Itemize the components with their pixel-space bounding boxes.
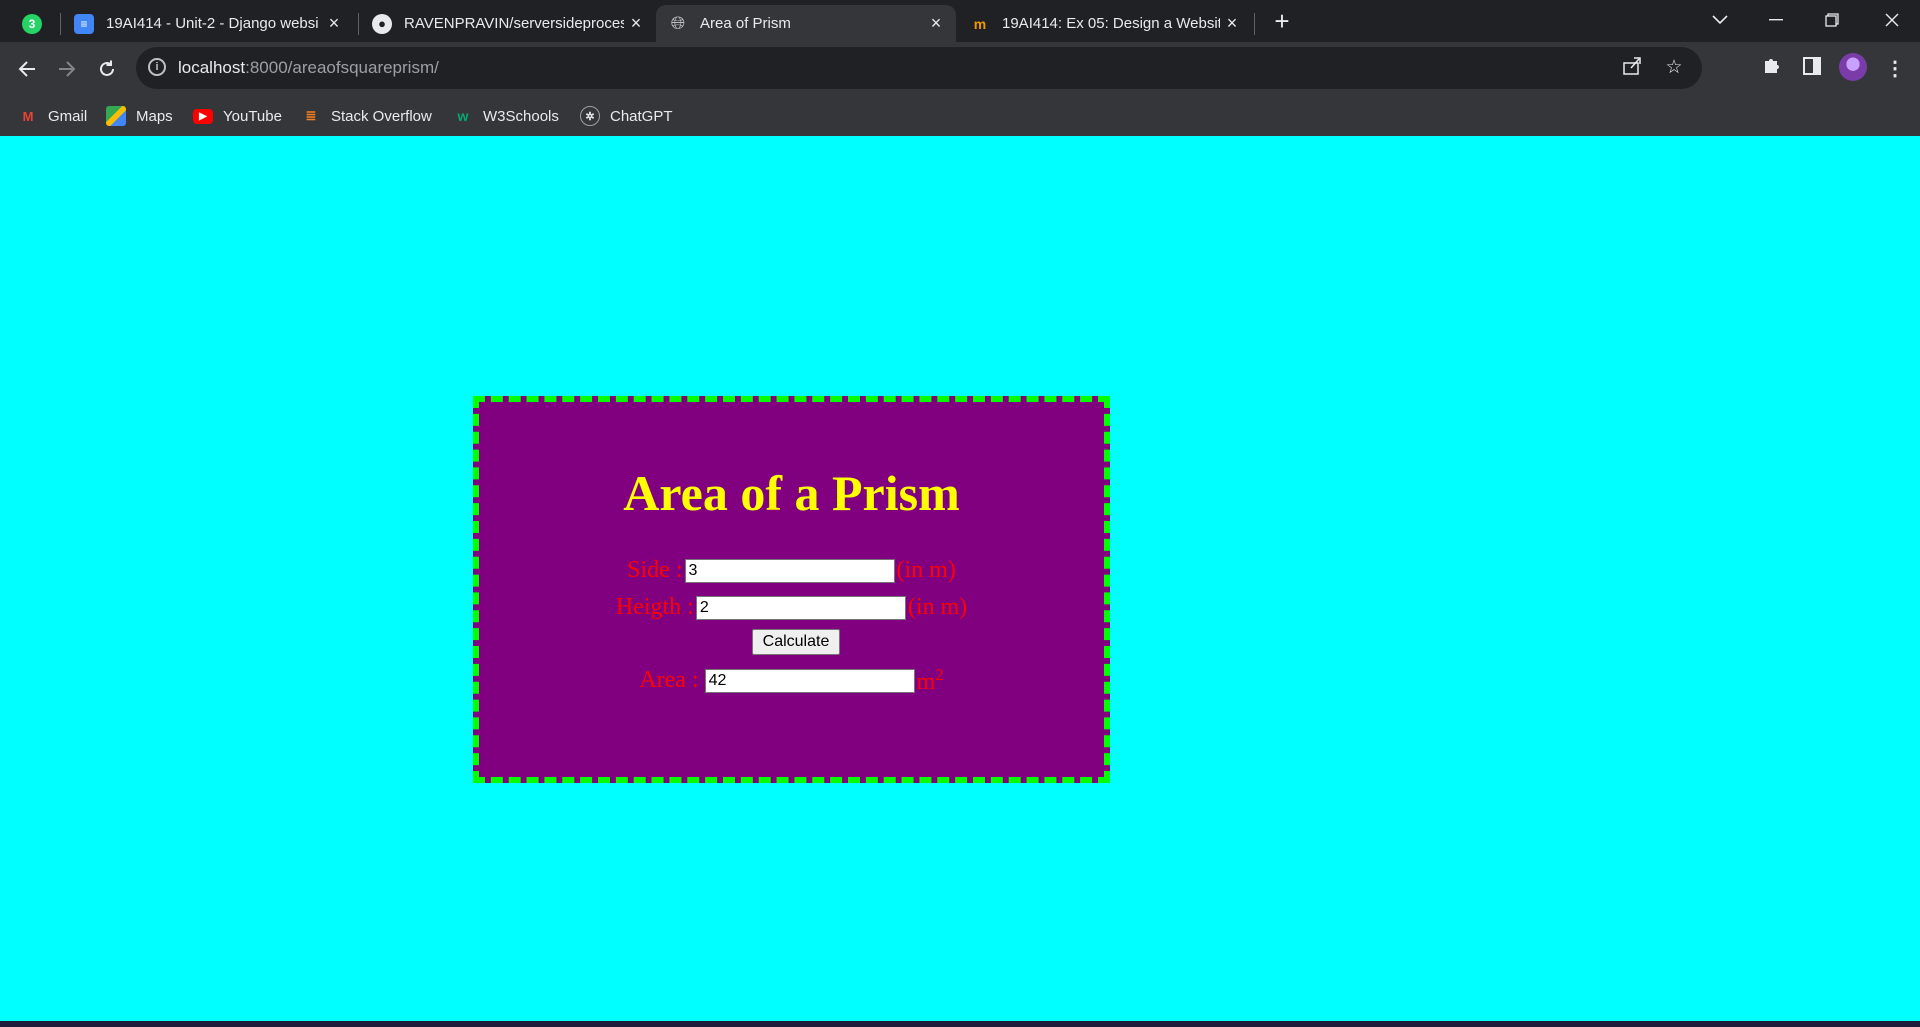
side-panel-glyph <box>1803 57 1821 75</box>
bookmark-w3schools[interactable]: w W3Schools <box>453 104 559 128</box>
close-icon[interactable]: × <box>924 13 948 34</box>
tab-title: 19AI414 - Unit-2 - Django websi <box>106 15 319 32</box>
tab-separator <box>358 13 359 35</box>
puzzle-icon <box>1765 59 1779 73</box>
tab-django-doc[interactable]: ≡ 19AI414 - Unit-2 - Django websi × <box>62 5 354 42</box>
side-row: Side : (in m) <box>479 557 1104 584</box>
bookmark-stackoverflow[interactable]: ≣ Stack Overflow <box>301 104 432 128</box>
close-icon <box>1885 13 1899 27</box>
tab-strip: 3 ≡ 19AI414 - Unit-2 - Django websi × ● … <box>0 0 1920 42</box>
tab-whatsapp[interactable]: 3 <box>10 5 58 42</box>
tab-title: 19AI414: Ex 05: Design a Websit <box>1002 15 1220 32</box>
bookmark-chatgpt[interactable]: ✲ ChatGPT <box>580 104 673 128</box>
gmail-icon: M <box>22 108 34 124</box>
height-row: Heigth : (in m) <box>479 594 1104 621</box>
side-panel-icon[interactable] <box>1797 54 1827 84</box>
restore-icon <box>1825 13 1839 27</box>
bookmark-label: YouTube <box>223 107 282 125</box>
side-unit: (in m) <box>896 557 956 583</box>
minimize-button[interactable] <box>1748 0 1804 40</box>
reload-button[interactable] <box>90 52 124 86</box>
back-button[interactable] <box>10 52 44 86</box>
calculate-button[interactable]: Calculate <box>752 629 840 655</box>
side-input[interactable] <box>684 558 895 583</box>
url-host: localhost <box>178 58 246 77</box>
tab-title: RAVENPRAVIN/serversideproces <box>404 15 624 32</box>
tab-area-of-prism[interactable]: 🌐︎ Area of Prism × <box>656 5 956 42</box>
bookmark-label: W3Schools <box>483 107 559 125</box>
whatsapp-icon: 3 <box>22 13 42 34</box>
close-icon[interactable]: × <box>322 13 346 34</box>
tab-badge: 3 <box>28 16 36 31</box>
chatgpt-icon: ✲ <box>580 106 600 126</box>
bookmark-label: Stack Overflow <box>331 107 432 125</box>
youtube-icon: ▶ <box>193 108 213 124</box>
browser-chrome: 3 ≡ 19AI414 - Unit-2 - Django websi × ● … <box>0 0 1920 136</box>
bookmark-label: Gmail <box>48 107 88 125</box>
tab-title: Area of Prism <box>700 15 791 32</box>
area-unit: m2 <box>917 665 944 696</box>
bookmark-star-icon[interactable]: ☆ <box>1662 56 1686 80</box>
share-glyph <box>1623 57 1641 75</box>
height-input[interactable] <box>695 595 906 620</box>
github-icon: ● <box>372 13 392 34</box>
address-bar[interactable]: i localhost:8000/areaofsquareprism/ ☆ <box>136 47 1702 89</box>
close-icon[interactable]: × <box>1220 13 1244 34</box>
profile-avatar[interactable] <box>1839 53 1867 81</box>
google-docs-icon: ≡ <box>74 13 94 34</box>
bookmark-youtube[interactable]: ▶ YouTube <box>193 104 282 128</box>
height-label: Heigth : <box>615 594 694 620</box>
url-path: :8000/areaofsquareprism/ <box>245 58 439 77</box>
forward-arrow-icon <box>59 61 76 77</box>
minimize-icon <box>1769 19 1783 21</box>
area-row: Area : m2 <box>479 665 1104 696</box>
bookmark-gmail[interactable]: M Gmail <box>18 104 88 128</box>
new-tab-button[interactable]: + <box>1254 1 1310 41</box>
height-unit: (in m) <box>907 594 968 620</box>
page-title: Area of a Prism <box>623 465 960 521</box>
restore-button[interactable] <box>1804 0 1860 40</box>
w3schools-icon: w <box>457 108 469 124</box>
url-text[interactable]: localhost:8000/areaofsquareprism/ <box>178 58 439 78</box>
moodle-icon: m <box>973 15 987 32</box>
reload-icon <box>100 60 114 76</box>
area-unit-base: m <box>916 669 936 695</box>
side-label: Side : <box>627 557 683 583</box>
back-arrow-icon <box>18 61 35 77</box>
bookmark-label: Maps <box>136 107 173 125</box>
area-output[interactable] <box>704 668 915 693</box>
close-icon[interactable]: × <box>624 13 648 34</box>
prism-calculator-card: Area of a Prism Side : (in m) Heigth : (… <box>473 396 1110 783</box>
toolbar: i localhost:8000/areaofsquareprism/ ☆ ⋮ <box>0 42 1920 96</box>
forward-button[interactable] <box>50 52 84 86</box>
tab-separator <box>60 13 61 35</box>
globe-icon: 🌐︎ <box>670 13 686 33</box>
menu-kebab-icon[interactable]: ⋮ <box>1880 54 1910 84</box>
extensions-icon[interactable] <box>1757 54 1787 84</box>
bookmark-label: ChatGPT <box>610 107 673 125</box>
area-unit-power: 2 <box>935 665 944 684</box>
tab-search-button[interactable] <box>1692 0 1748 40</box>
chevron-down-icon <box>1712 15 1728 25</box>
close-window-button[interactable] <box>1864 0 1920 40</box>
bookmark-maps[interactable]: Maps <box>106 104 173 128</box>
share-icon[interactable] <box>1620 56 1644 80</box>
tab-github[interactable]: ● RAVENPRAVIN/serversideproces × <box>360 5 656 42</box>
stackoverflow-icon: ≣ <box>305 108 317 123</box>
tab-ex05[interactable]: m 19AI414: Ex 05: Design a Websit × <box>958 5 1252 42</box>
taskbar-edge <box>0 1021 1920 1027</box>
maps-icon <box>106 106 126 126</box>
bookmarks-bar: M Gmail Maps ▶ YouTube ≣ Stack Overflow … <box>0 96 1920 136</box>
area-label: Area : <box>639 667 699 693</box>
info-icon[interactable]: i <box>148 58 166 76</box>
